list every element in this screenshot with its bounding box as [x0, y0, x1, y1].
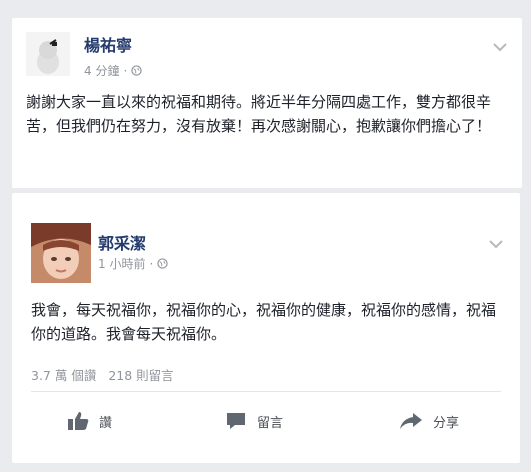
chevron-down-icon[interactable] — [488, 239, 504, 249]
post-meta: 4 分鐘 · — [84, 62, 142, 79]
action-bar: 讚 留言 分享 — [12, 411, 520, 437]
post-time[interactable]: 1 小時前 — [98, 255, 145, 272]
avatar[interactable] — [31, 223, 91, 283]
comment-button[interactable]: 留言 — [225, 411, 283, 431]
share-icon — [400, 413, 422, 429]
post-time[interactable]: 4 分鐘 — [84, 62, 119, 79]
post-text: 謝謝大家一直以來的祝福和期待。將近半年分隔四處工作，雙方都很辛苦，但我們仍在努力… — [26, 93, 492, 135]
globe-icon — [157, 258, 168, 269]
post-card: 楊祐寧 4 分鐘 · 謝謝大家一直以來的祝福和期待。將近半年分隔四處工作，雙方都… — [12, 18, 522, 188]
comment-label: 留言 — [257, 415, 284, 431]
likes-count[interactable]: 3.7 萬 個讚 — [31, 368, 96, 383]
like-button[interactable]: 讚 — [67, 411, 112, 431]
globe-icon — [131, 65, 142, 76]
avatar[interactable] — [26, 32, 70, 76]
share-label: 分享 — [433, 415, 460, 431]
reply-card: 郭采潔 1 小時前 · 我會，每天祝福你，祝福你的心，祝福你的健康，祝福你的感情… — [12, 193, 520, 463]
author-name[interactable]: 楊祐寧 — [84, 32, 132, 56]
post-meta: 1 小時前 · — [98, 255, 168, 272]
chevron-down-icon[interactable] — [492, 42, 508, 52]
comment-icon — [227, 413, 245, 429]
like-label: 讚 — [99, 415, 113, 431]
divider — [31, 391, 501, 392]
share-button[interactable]: 分享 — [399, 411, 459, 431]
author-name[interactable]: 郭采潔 — [98, 230, 146, 254]
post-text: 我會，每天祝福你，祝福你的心，祝福你的健康，祝福你的感情，祝福你的道路。我會每天… — [31, 301, 497, 343]
thumbs-up-icon — [68, 412, 89, 430]
comments-count[interactable]: 218 則留言 — [108, 368, 173, 383]
engagement-stats: 3.7 萬 個讚 218 則留言 — [31, 365, 174, 384]
